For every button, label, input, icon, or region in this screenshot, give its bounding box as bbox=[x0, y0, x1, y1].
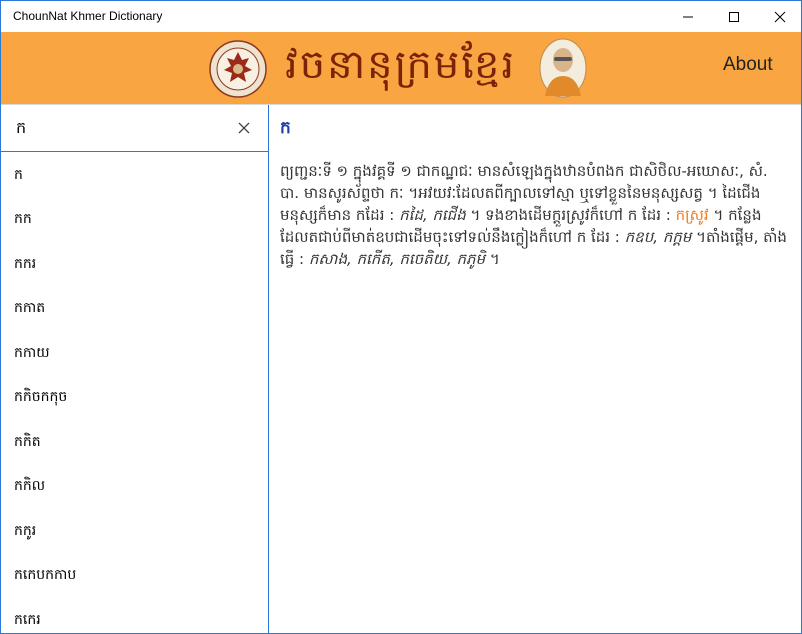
window-title: ChounNat Khmer Dictionary bbox=[13, 9, 163, 23]
list-item[interactable]: កកេរ bbox=[1, 598, 268, 633]
definition-text: ។ ទងខាងដើមក្ដួរស្រូវក៏ហៅ ក ដែរ : bbox=[470, 206, 671, 224]
cross-reference-link[interactable]: កស្រូវ bbox=[676, 206, 709, 224]
maximize-icon bbox=[729, 11, 739, 22]
app-window: ChounNat Khmer Dictionary វចនានុក្រមខ្មែ… bbox=[0, 0, 802, 634]
entry-headword: ក bbox=[280, 118, 291, 138]
list-item[interactable]: កកិត bbox=[1, 420, 268, 465]
brand-title: វចនានុក្រមខ្មែរ bbox=[285, 42, 517, 88]
list-item[interactable]: កកិចកកុច bbox=[1, 376, 268, 421]
list-item[interactable]: កកាយ bbox=[1, 331, 268, 376]
example-text: កឧប, កក្ដម bbox=[624, 228, 692, 246]
clear-search-icon[interactable] bbox=[237, 121, 251, 135]
list-item[interactable]: កក bbox=[1, 198, 268, 243]
list-item[interactable]: ក bbox=[1, 153, 268, 198]
title-bar: ChounNat Khmer Dictionary bbox=[1, 1, 801, 32]
example-text: កដៃ, កជើង bbox=[399, 206, 466, 224]
word-list: ក កក កករ កកាត កកាយ កកិចកកុច កកិត កកិល កក… bbox=[1, 153, 268, 633]
list-item[interactable]: កកេបកកាប bbox=[1, 554, 268, 599]
list-item[interactable]: កកាត bbox=[1, 287, 268, 332]
example-text: កសាង, កកើត, កចេតិយ, កភូមិ bbox=[308, 250, 486, 268]
definition-pane: ក ព្យញ្ជនៈទី ១ ក្នុងវគ្គទី ១ ជាកណ្ឋជៈ មា… bbox=[270, 105, 801, 633]
definition-text: ។ bbox=[489, 250, 500, 268]
entry-definition: ព្យញ្ជនៈទី ១ ក្នុងវគ្គទី ១ ជាកណ្ឋជៈ មានស… bbox=[280, 160, 791, 270]
list-item[interactable]: កកិល bbox=[1, 465, 268, 510]
monk-portrait-icon bbox=[539, 38, 587, 98]
list-item[interactable]: កកូរ bbox=[1, 509, 268, 554]
search-box[interactable]: ក bbox=[1, 105, 268, 152]
institute-seal-icon bbox=[209, 40, 267, 98]
search-input[interactable]: ក bbox=[16, 117, 26, 141]
word-list-pane: ក ក កក កករ កកាត កកាយ កកិចកកុច កកិត កកិល … bbox=[1, 105, 269, 633]
about-link[interactable]: About bbox=[723, 54, 773, 76]
close-window-button[interactable] bbox=[757, 1, 801, 32]
close-icon bbox=[774, 11, 786, 22]
maximize-button[interactable] bbox=[711, 1, 757, 32]
minimize-icon bbox=[683, 16, 693, 17]
list-item[interactable]: កករ bbox=[1, 242, 268, 287]
app-header: វចនានុក្រមខ្មែរ About bbox=[1, 32, 801, 105]
minimize-button[interactable] bbox=[665, 1, 711, 32]
